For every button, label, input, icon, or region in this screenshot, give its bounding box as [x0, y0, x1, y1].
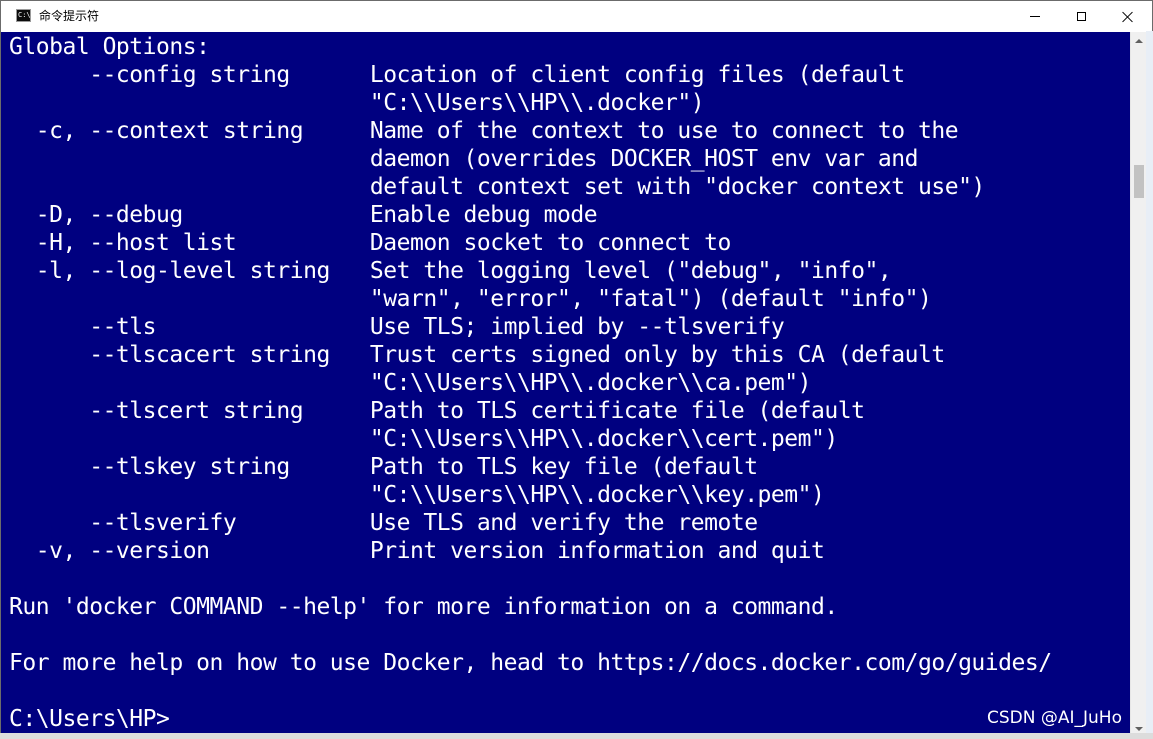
maximize-button[interactable] — [1058, 1, 1104, 32]
close-icon — [1122, 11, 1133, 22]
console-line: -v, --version Print version information … — [9, 538, 825, 564]
console-line: "C:\\Users\\HP\\.docker") — [9, 90, 705, 116]
console-line: --tls Use TLS; implied by --tlsverify — [9, 314, 785, 340]
maximize-icon — [1076, 12, 1086, 21]
command-prompt-window: C:\ 命令提示符 Global Options: --config strin… — [0, 0, 1153, 739]
command-prompt-line[interactable]: C:\Users\HP> — [9, 705, 1129, 733]
title-bar[interactable]: C:\ 命令提示符 — [1, 1, 1152, 32]
scroll-thumb[interactable] — [1134, 165, 1144, 198]
console-line: "C:\\Users\\HP\\.docker\\cert.pem") — [9, 426, 838, 452]
console-line: -D, --debug Enable debug mode — [9, 202, 598, 228]
console-line: For more help on how to use Docker, head… — [9, 650, 1052, 676]
cmd-icon[interactable]: C:\ — [16, 9, 31, 22]
window-title: 命令提示符 — [39, 9, 100, 23]
console-line: "C:\\Users\\HP\\.docker\\ca.pem") — [9, 370, 812, 396]
arrow-down-icon — [1135, 726, 1143, 731]
console-line: --config string Location of client confi… — [9, 62, 905, 88]
console-line: --tlskey string Path to TLS key file (de… — [9, 454, 758, 480]
console-line: -H, --host list Daemon socket to connect… — [9, 230, 732, 256]
console-line: -l, --log-level string Set the logging l… — [9, 258, 892, 284]
console-line: --tlscert string Path to TLS certificate… — [9, 398, 865, 424]
console-line: Run 'docker COMMAND --help' for more inf… — [9, 594, 838, 620]
console-line: "C:\\Users\\HP\\.docker\\key.pem") — [9, 482, 825, 508]
minimize-button[interactable] — [1012, 1, 1058, 32]
console-line: --tlsverify Use TLS and verify the remot… — [9, 510, 758, 536]
console-output[interactable]: Global Options: --config string Location… — [9, 33, 1129, 733]
console-line: -c, --context string Name of the context… — [9, 118, 959, 144]
desktop-background — [1146, 31, 1153, 739]
console-line: "warn", "error", "fatal") (default "info… — [9, 286, 932, 312]
background-window-edge — [0, 733, 1153, 739]
arrow-up-icon — [1135, 38, 1143, 43]
console-line: daemon (overrides DOCKER_HOST env var an… — [9, 146, 919, 172]
minimize-icon — [1030, 16, 1040, 17]
console-line: Global Options: — [9, 34, 210, 60]
scroll-up-button[interactable] — [1131, 32, 1147, 49]
console-line: default context set with "docker context… — [9, 174, 985, 200]
watermark-text: CSDN @AI_JuHo — [987, 708, 1122, 728]
console-line: --tlscacert string Trust certs signed on… — [9, 342, 945, 368]
vertical-scrollbar[interactable] — [1130, 32, 1147, 737]
close-button[interactable] — [1104, 1, 1150, 32]
